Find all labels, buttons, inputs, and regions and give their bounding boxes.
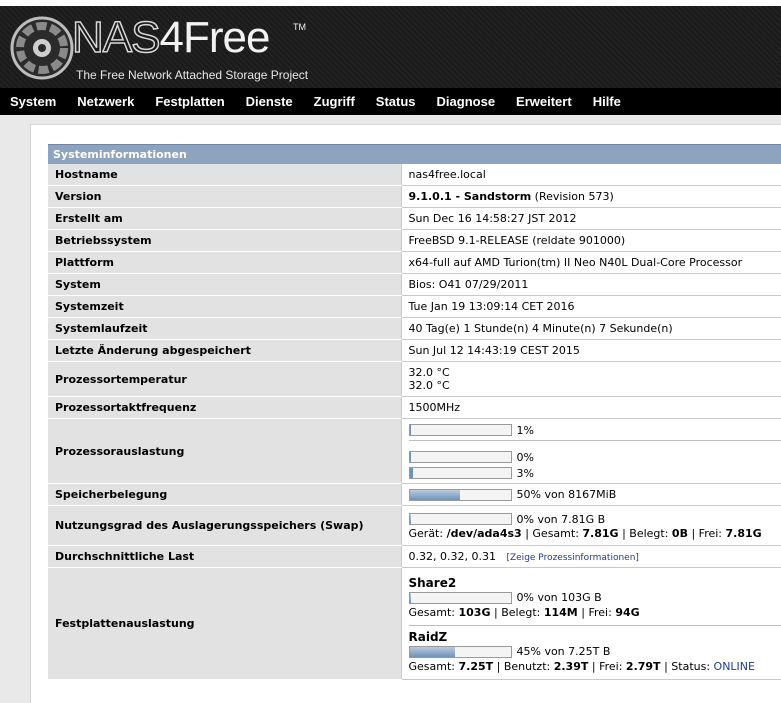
- pool-name: RaidZ: [408, 629, 448, 644]
- pool-details: Gesamt: 103G | Belegt: 114M | Frei: 94G: [408, 605, 640, 619]
- memory-bar: [408, 488, 512, 501]
- load-value: 0.32, 0.32, 0.31 [Zeige Prozessinformati…: [401, 545, 781, 568]
- pool-bar: [408, 591, 512, 604]
- main-nav: System Netzwerk Festplatten Dienste Zugr…: [0, 88, 781, 115]
- pool-text: 45% von 7.25T B: [516, 645, 611, 658]
- row-label: Prozessortemperatur: [48, 361, 402, 397]
- nav-disks[interactable]: Festplatten: [155, 94, 224, 109]
- lastchange-value: Sun Jul 12 14:43:19 CEST 2015: [401, 339, 781, 362]
- cpu-load-pct: 1%: [516, 423, 534, 437]
- content-area: Systeminformationen Hostname nas4free.lo…: [30, 124, 781, 703]
- cpu-load-pct: 0%: [516, 450, 534, 464]
- row-label: Erstellt am: [48, 207, 402, 230]
- row-label: Speicherbelegung: [48, 483, 402, 506]
- row-label: Betriebssystem: [48, 229, 402, 252]
- row-label: Systemzeit: [48, 295, 402, 318]
- os-value: FreeBSD 9.1-RELEASE (reldate 901000): [401, 229, 781, 252]
- nav-diagnostics[interactable]: Diagnose: [437, 94, 496, 109]
- swap-details: Gerät: /dev/ada4s3 | Gesamt: 7.81G | Bel…: [408, 527, 762, 540]
- swap-text: 0% von 7.81G B: [516, 512, 606, 526]
- row-label: Systemlaufzeit: [48, 317, 402, 340]
- row-label: Prozessorauslastung: [48, 418, 402, 484]
- swap-value: 0% von 7.81G B Gerät: /dev/ada4s3 | Gesa…: [401, 505, 781, 546]
- cputemp-line: 32.0 °C: [408, 366, 450, 379]
- hostname-value: nas4free.local: [401, 163, 781, 186]
- version-value: 9.1.0.1 - Sandstorm (Revision 573): [401, 185, 781, 208]
- process-info-link[interactable]: Zeige Prozessinformationen: [510, 553, 635, 563]
- pool-bar: [408, 645, 512, 658]
- systime-value: Tue Jan 19 13:09:14 CET 2016: [401, 295, 781, 318]
- nav-system[interactable]: System: [10, 94, 56, 109]
- memory-value: 50% von 8167MiB: [401, 483, 781, 506]
- row-label: Version: [48, 185, 402, 208]
- platform-value: x64-full auf AMD Turion(tm) II Neo N40L …: [401, 251, 781, 274]
- swap-bar: [408, 513, 512, 525]
- row-label: Festplattenauslastung: [48, 567, 402, 680]
- cpu-load-bar: [408, 467, 512, 479]
- row-label: Letzte Änderung abgespeichert: [48, 339, 402, 362]
- row-label: Durchschnittliche Last: [48, 545, 402, 568]
- cpufreq-value: 1500MHz: [401, 396, 781, 419]
- cpu-load-bar: [408, 424, 512, 436]
- logo-subtitle: The Free Network Attached Storage Projec…: [76, 68, 309, 82]
- nav-advanced[interactable]: Erweitert: [516, 94, 572, 109]
- row-label: Prozessortaktfrequenz: [48, 396, 402, 419]
- nav-status[interactable]: Status: [376, 94, 416, 109]
- pool-status-online: ONLINE: [713, 659, 755, 673]
- logo-wordmark: NAS4Free: [71, 12, 270, 63]
- row-label: Plattform: [48, 251, 402, 274]
- section-title: Systeminformationen: [48, 144, 781, 164]
- uptime-value: 40 Tag(e) 1 Stunde(n) 4 Minute(n) 7 Seku…: [401, 317, 781, 340]
- logo-trademark: TM: [293, 22, 306, 32]
- pool-name: Share2: [408, 575, 457, 590]
- row-label: System: [48, 273, 402, 296]
- row-label: Nutzungsgrad des Auslagerungsspeichers (…: [48, 505, 402, 546]
- nav-help[interactable]: Hilfe: [593, 94, 621, 109]
- cpuload-value: 1% 0% 3%: [401, 418, 781, 484]
- system-value: Bios: O41 07/29/2011: [401, 273, 781, 296]
- built-value: Sun Dec 16 14:58:27 JST 2012: [401, 207, 781, 230]
- nav-network[interactable]: Netzwerk: [77, 94, 134, 109]
- memory-text: 50% von 8167MiB: [516, 488, 617, 502]
- nav-services[interactable]: Dienste: [246, 94, 293, 109]
- row-label: Hostname: [48, 163, 402, 186]
- system-info-table: Systeminformationen Hostname nas4free.lo…: [48, 144, 781, 680]
- cpu-load-bar: [408, 451, 512, 463]
- nas4free-logo-icon: [10, 16, 74, 80]
- pool-details: Gesamt: 7.25T | Benutzt: 2.39T | Frei: 2…: [408, 659, 756, 673]
- nav-access[interactable]: Zugriff: [314, 94, 355, 109]
- cputemp-value: 32.0 °C 32.0 °C: [401, 361, 781, 397]
- header-banner: NAS4Free TM The Free Network Attached St…: [0, 0, 781, 88]
- cpu-load-pct: 3%: [516, 466, 534, 480]
- pool-text: 0% von 103G B: [516, 591, 602, 604]
- cputemp-line: 32.0 °C: [408, 379, 450, 392]
- disks-value: Share2 0% von 103G B Gesamt: 103G | Bele…: [401, 567, 781, 680]
